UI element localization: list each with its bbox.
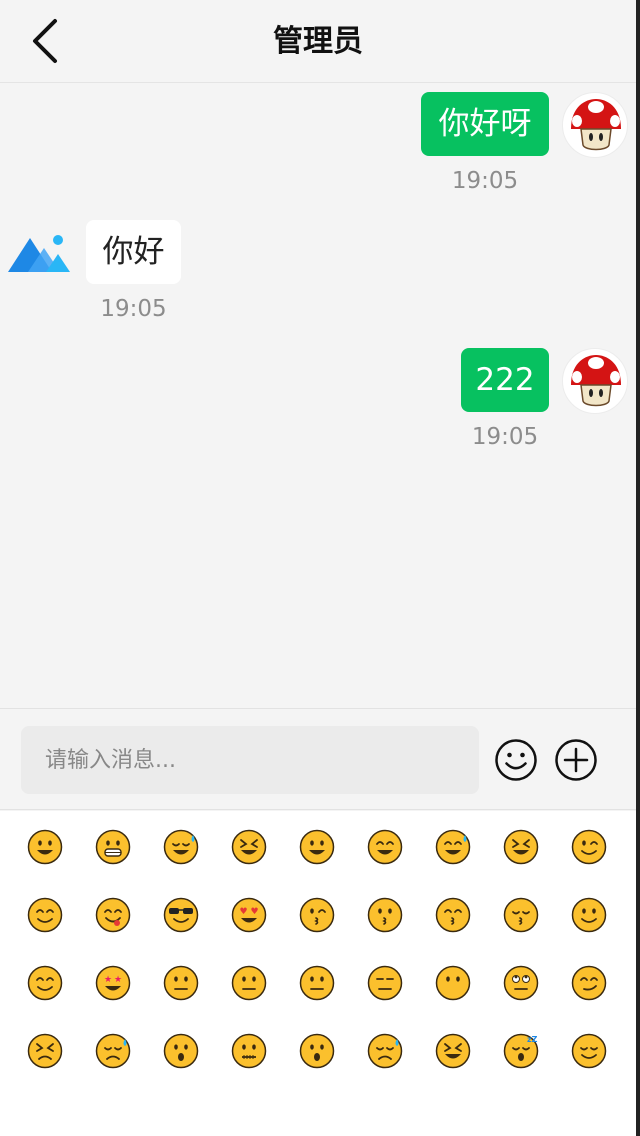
- emoji-relieved[interactable]: [571, 1033, 607, 1069]
- user-avatar[interactable]: [562, 92, 628, 158]
- contact-avatar[interactable]: [8, 232, 70, 282]
- emoji-sunglasses[interactable]: [163, 897, 199, 933]
- emoji-grinning[interactable]: [27, 829, 63, 865]
- emoji-blush[interactable]: [27, 897, 63, 933]
- emoji-thinking[interactable]: [163, 965, 199, 1001]
- window-edge: [636, 0, 640, 1136]
- smiley-outline-icon: [495, 739, 537, 781]
- emoji-kissing-smiling-eyes[interactable]: [435, 897, 471, 933]
- emoji-no-mouth[interactable]: [435, 965, 471, 1001]
- emoji-grimacing[interactable]: [95, 829, 131, 865]
- svg-text:zZ: zZ: [527, 1035, 538, 1044]
- message-time: 19:05: [471, 424, 539, 450]
- emoji-raised-eyebrow[interactable]: [231, 965, 267, 1001]
- emoji-neutral[interactable]: [299, 965, 335, 1001]
- message-input-bar: [0, 708, 636, 810]
- emoji-heart-eyes[interactable]: ♥ ♥: [231, 897, 267, 933]
- svg-text:♥: ♥: [250, 907, 258, 917]
- mushroom-avatar-icon: [571, 99, 621, 151]
- emoji-hugging[interactable]: [27, 965, 63, 1001]
- svg-text:♥: ♥: [239, 907, 247, 917]
- mountain-logo-icon: [8, 235, 70, 272]
- emoji-smiley[interactable]: [299, 829, 335, 865]
- emoji-persevere[interactable]: [27, 1033, 63, 1069]
- emoji-open-mouth[interactable]: [163, 1033, 199, 1069]
- emoji-disappointed-relieved[interactable]: [95, 1033, 131, 1069]
- chat-header: 管理员: [0, 0, 636, 83]
- emoji-rofl[interactable]: [231, 829, 267, 865]
- emoji-kissing[interactable]: [367, 897, 403, 933]
- more-options-button[interactable]: [554, 738, 598, 782]
- message-input[interactable]: [21, 726, 479, 794]
- message-bubble-received[interactable]: 你好: [86, 220, 181, 284]
- emoji-laughing[interactable]: [503, 829, 539, 865]
- mushroom-avatar-icon: [571, 355, 621, 407]
- emoji-tired[interactable]: [435, 1033, 471, 1069]
- emoji-hushed[interactable]: [299, 1033, 335, 1069]
- emoji-smirk[interactable]: [571, 965, 607, 1001]
- emoji-kissing-closed-eyes[interactable]: [503, 897, 539, 933]
- emoji-zipper-mouth[interactable]: [231, 1033, 267, 1069]
- message-bubble-sent[interactable]: 222: [461, 348, 549, 412]
- emoji-yum[interactable]: [95, 897, 131, 933]
- message-list: 你好呀 19:05 你好 19:05 222 19:05: [0, 84, 636, 707]
- emoji-kissing-heart[interactable]: [299, 897, 335, 933]
- emoji-button[interactable]: [494, 738, 538, 782]
- svg-text:★: ★: [104, 975, 112, 985]
- emoji-rolling-eyes[interactable]: [503, 965, 539, 1001]
- plus-circle-icon: [555, 739, 597, 781]
- emoji-sweat-smile[interactable]: [435, 829, 471, 865]
- svg-text:★: ★: [114, 975, 122, 985]
- emoji-panel: ♥ ♥ ★ ★ zZ: [0, 811, 636, 1136]
- message-time: 19:05: [451, 168, 519, 194]
- emoji-slightly-smiling[interactable]: [571, 897, 607, 933]
- emoji-sleeping[interactable]: zZ: [503, 1033, 539, 1069]
- user-avatar[interactable]: [562, 348, 628, 414]
- page-title: 管理员: [273, 24, 363, 59]
- emoji-wink[interactable]: [571, 829, 607, 865]
- message-bubble-sent[interactable]: 你好呀: [421, 92, 549, 156]
- emoji-sleepy[interactable]: [367, 1033, 403, 1069]
- message-time: 19:05: [100, 296, 167, 322]
- emoji-star-struck[interactable]: ★ ★: [95, 965, 131, 1001]
- emoji-smile[interactable]: [367, 829, 403, 865]
- emoji-joy[interactable]: [163, 829, 199, 865]
- emoji-expressionless[interactable]: [367, 965, 403, 1001]
